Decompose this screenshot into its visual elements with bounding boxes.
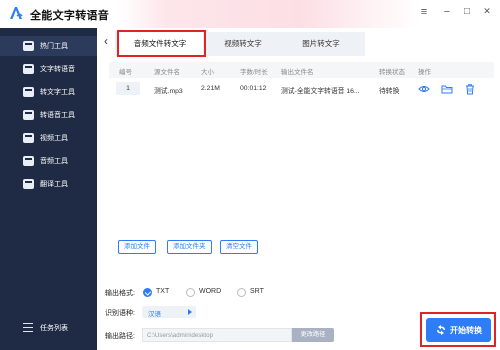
header-index: 编号	[119, 69, 132, 76]
format-txt-label[interactable]: TXT	[156, 288, 169, 295]
back-chevron-icon[interactable]: ‹	[104, 34, 108, 48]
row-output: 测试-全能文字转语音 16...	[281, 88, 360, 95]
header-size: 大小	[201, 69, 214, 76]
sidebar-item-convert-voice[interactable]: 转语音工具	[0, 105, 97, 125]
sidebar-item-text-to-speech[interactable]: 文字转语音	[0, 59, 97, 79]
sidebar-item-label: 转文字工具	[40, 89, 75, 96]
tab-video-to-text[interactable]: 视频转文字	[207, 32, 279, 56]
dropdown-arrow-icon	[188, 309, 192, 315]
list-icon	[23, 323, 33, 332]
sidebar-item-audio-tools[interactable]: 音频工具	[0, 151, 97, 171]
file-table: 编号 源文件名 大小 字数/时长 输出文件名 转换状态 操作 1 测试.mp3 …	[109, 62, 494, 257]
sidebar: 热门工具 文字转语音 转文字工具 转语音工具 视频工具 音频工具 翻译工具 任务…	[0, 28, 97, 350]
grid-icon	[23, 41, 34, 51]
change-path-button[interactable]: 更改路径	[292, 328, 334, 342]
sidebar-item-label: 音频工具	[40, 158, 68, 165]
convert-text-icon	[23, 87, 34, 97]
format-srt-label[interactable]: SRT	[250, 288, 264, 295]
header-duration: 字数/时长	[240, 69, 268, 76]
add-file-button[interactable]: 添加文件	[118, 240, 156, 254]
sidebar-item-hot-tools[interactable]: 热门工具	[0, 36, 97, 56]
row-size: 2.21M	[201, 85, 220, 92]
task-list-button[interactable]: 任务列表	[0, 318, 97, 338]
sidebar-item-convert-text[interactable]: 转文字工具	[0, 82, 97, 102]
add-folder-button[interactable]: 添加文件夹	[167, 240, 212, 254]
text-to-speech-icon	[23, 64, 34, 74]
row-status: 待转换	[379, 88, 400, 95]
row-duration: 00:01:12	[240, 85, 267, 92]
language-value: 汉语	[148, 311, 161, 318]
header-output: 输出文件名	[281, 69, 314, 76]
table-header: 编号 源文件名 大小 字数/时长 输出文件名 转换状态 操作	[109, 62, 494, 78]
app-logo-icon	[10, 7, 23, 19]
row-source: 测试.mp3	[154, 88, 183, 95]
output-path-field[interactable]: C:\Users\admin\desktop	[142, 328, 292, 342]
audio-icon	[23, 156, 34, 166]
convert-voice-icon	[23, 110, 34, 120]
clear-files-button[interactable]: 清空文件	[220, 240, 258, 254]
sidebar-item-video-tools[interactable]: 视频工具	[0, 128, 97, 148]
table-row[interactable]: 1 测试.mp3 2.21M 00:01:12 测试-全能文字转语音 16...…	[109, 78, 494, 100]
output-path-label: 输出路径:	[105, 333, 135, 340]
task-list-label: 任务列表	[40, 325, 68, 332]
maximize-icon[interactable]: □	[460, 6, 474, 17]
language-select[interactable]: 汉语	[142, 306, 196, 318]
title-bar: 全能文字转语音 ≡ − □ ✕	[0, 0, 500, 28]
format-srt-radio[interactable]	[237, 288, 246, 297]
sidebar-item-label: 视频工具	[40, 135, 68, 142]
language-label: 识别语种:	[105, 310, 135, 317]
trash-icon[interactable]	[464, 83, 476, 95]
row-index: 1	[116, 82, 140, 95]
video-icon	[23, 133, 34, 143]
header-status: 转换状态	[379, 69, 405, 76]
sidebar-item-label: 热门工具	[40, 43, 68, 50]
eye-icon[interactable]	[418, 83, 430, 95]
title-decoration	[120, 0, 420, 28]
format-word-radio[interactable]	[186, 288, 195, 297]
sidebar-item-translate-tools[interactable]: 翻译工具	[0, 174, 97, 194]
format-word-label[interactable]: WORD	[199, 288, 221, 295]
minimize-icon[interactable]: −	[440, 6, 454, 18]
header-source: 源文件名	[154, 69, 180, 76]
sidebar-item-label: 文字转语音	[40, 66, 75, 73]
translate-icon	[23, 179, 34, 189]
app-title: 全能文字转语音	[30, 10, 110, 22]
start-button-highlight	[420, 312, 496, 347]
output-format-label: 输出格式:	[105, 290, 135, 297]
sidebar-item-label: 翻译工具	[40, 181, 68, 188]
close-icon[interactable]: ✕	[480, 6, 494, 17]
sidebar-item-label: 转语音工具	[40, 112, 75, 119]
header-actions: 操作	[418, 69, 431, 76]
folder-icon[interactable]	[441, 83, 453, 95]
active-tab-highlight	[117, 30, 206, 57]
tab-image-to-text[interactable]: 图片转文字	[283, 32, 359, 56]
menu-icon[interactable]: ≡	[417, 6, 431, 18]
format-txt-radio[interactable]	[143, 288, 152, 297]
